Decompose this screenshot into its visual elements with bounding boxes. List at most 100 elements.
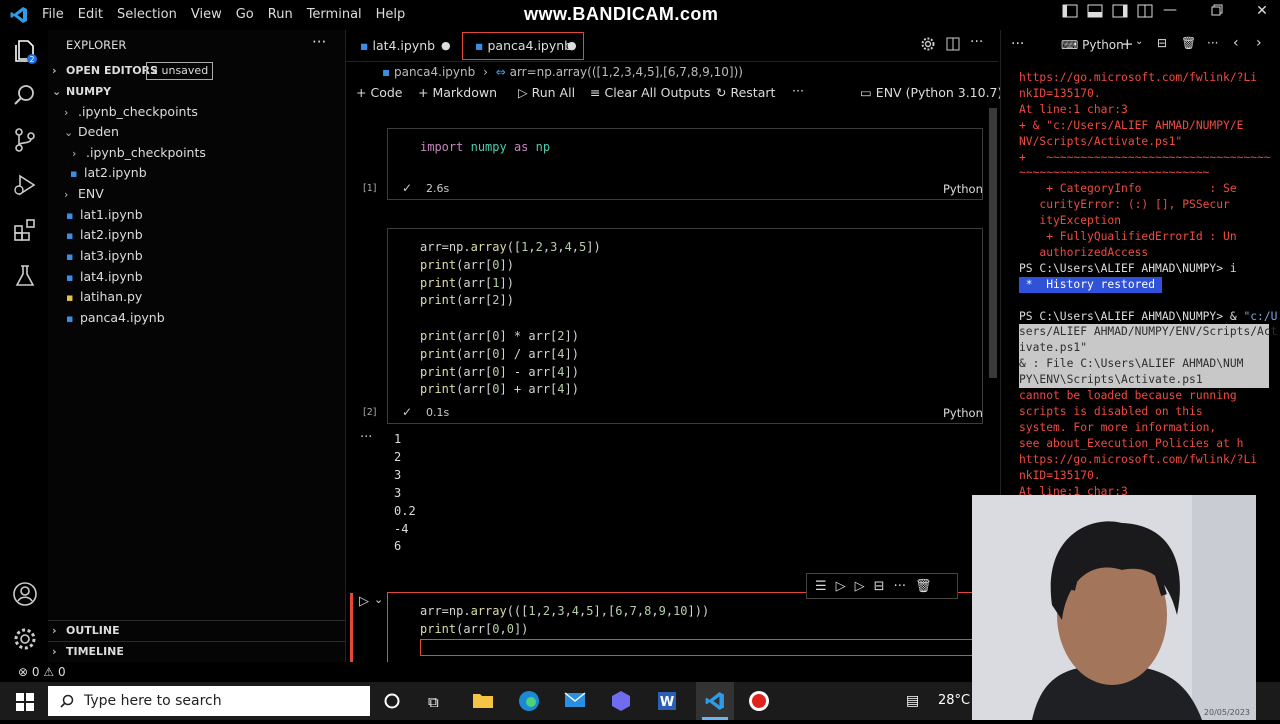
code-cell[interactable]: import numpy as np ✓ 2.6s Python bbox=[387, 128, 983, 200]
edge-icon[interactable] bbox=[518, 690, 540, 716]
unsaved-dot-icon[interactable]: ● bbox=[441, 30, 451, 62]
source-control-icon[interactable] bbox=[12, 127, 38, 153]
status-bar: ⊗ 0 ⚠ 0 bbox=[0, 662, 1000, 682]
menu-run[interactable]: Run bbox=[268, 7, 293, 22]
menu-edit[interactable]: Edit bbox=[78, 7, 103, 22]
toolbar-more-icon[interactable]: ··· bbox=[792, 83, 804, 98]
tab-lat4[interactable]: ▪ lat4.ipynb ● bbox=[348, 30, 458, 62]
breadcrumb-cell[interactable]: arr=np.array(([1,2,3,4,5],[6,7,8,9,10])) bbox=[510, 65, 743, 79]
menu-selection[interactable]: Selection bbox=[117, 7, 177, 22]
cell-code[interactable]: arr=np.array(([1,2,3,4,5],[6,7,8,9,10]))… bbox=[420, 603, 709, 639]
file-explorer-icon[interactable] bbox=[472, 691, 494, 713]
folder-numpy[interactable]: ⌄ NUMPY bbox=[52, 82, 111, 102]
tree-item[interactable]: ▪ latihan.py bbox=[66, 287, 142, 307]
menu-file[interactable]: File bbox=[42, 7, 64, 22]
tab-panca4[interactable]: ▪ panca4.ipynb ● bbox=[462, 32, 584, 60]
code-cell-active[interactable]: arr=np.array(([1,2,3,4,5],[6,7,8,9,10]))… bbox=[387, 592, 983, 666]
chevron-left-icon[interactable]: ‹ bbox=[1233, 35, 1239, 51]
cell-language[interactable]: Python bbox=[943, 182, 983, 196]
execute-below-icon[interactable]: ▷ bbox=[855, 579, 865, 594]
terminal-output[interactable]: https://go.microsoft.com/fwlink/?Li nkID… bbox=[1019, 70, 1279, 499]
unsaved-dot-icon[interactable]: ● bbox=[567, 33, 577, 59]
tree-item[interactable]: ▪ lat1.ipynb bbox=[66, 205, 143, 225]
terminal-more-icon[interactable]: ··· bbox=[1207, 36, 1218, 50]
word-icon[interactable]: W bbox=[656, 690, 678, 716]
restore-icon[interactable] bbox=[1207, 4, 1227, 24]
close-icon[interactable]: ✕ bbox=[1252, 3, 1272, 23]
delete-cell-icon[interactable]: 🗑 bbox=[915, 579, 932, 594]
cortana-icon[interactable] bbox=[384, 693, 400, 713]
mail-icon[interactable] bbox=[564, 691, 586, 713]
breadcrumb-file[interactable]: panca4.ipynb bbox=[394, 65, 475, 79]
add-markdown-button[interactable]: + Markdown bbox=[418, 85, 497, 100]
add-code-label: Code bbox=[370, 85, 403, 100]
weather-temp[interactable]: 28°C bbox=[938, 693, 970, 708]
clear-outputs-button[interactable]: ≡ Clear All Outputs bbox=[590, 85, 711, 100]
tree-item[interactable]: ▪ lat2.ipynb bbox=[70, 163, 147, 183]
kernel-picker[interactable]: ▭ ENV (Python 3.10.7) bbox=[860, 85, 1002, 100]
tree-item[interactable]: ▪ panca4.ipynb bbox=[66, 308, 165, 328]
restart-button[interactable]: ↻ Restart bbox=[716, 85, 775, 100]
terminal-more-icon[interactable]: ··· bbox=[1011, 36, 1024, 52]
explorer-icon[interactable]: 2 bbox=[12, 38, 38, 64]
split-cell-icon[interactable]: ⊟ bbox=[874, 579, 885, 594]
problems-status[interactable]: ⊗ 0 ⚠ 0 bbox=[18, 665, 66, 679]
kill-terminal-icon[interactable]: 🗑 bbox=[1181, 36, 1196, 50]
terminal-shell-tab[interactable]: ⌨ Python bbox=[1061, 38, 1124, 52]
settings-gear-icon[interactable] bbox=[12, 626, 38, 652]
run-all-button[interactable]: ▷ Run All bbox=[518, 85, 575, 100]
taskbar-search-box[interactable]: Type here to search bbox=[48, 686, 370, 716]
explorer-more-icon[interactable]: ··· bbox=[312, 32, 326, 52]
outline-section[interactable]: › OUTLINE bbox=[52, 621, 120, 641]
copilot-icon[interactable] bbox=[610, 690, 632, 716]
search-icon[interactable] bbox=[12, 82, 38, 108]
chevron-down-icon[interactable]: ⌄ bbox=[1135, 36, 1143, 47]
minimize-icon[interactable]: — bbox=[1160, 2, 1180, 22]
menu-help[interactable]: Help bbox=[376, 7, 406, 22]
open-editors-section[interactable]: › OPEN EDITORS bbox=[52, 61, 158, 81]
account-icon[interactable] bbox=[12, 581, 38, 607]
task-view-icon[interactable]: ⧉ bbox=[428, 693, 439, 711]
tree-item[interactable]: › .ipynb_checkpoints bbox=[72, 143, 206, 163]
editor-more-icon[interactable]: ··· bbox=[970, 34, 983, 50]
extensions-icon[interactable] bbox=[12, 217, 38, 243]
code-cell[interactable]: arr=np.array([1,2,3,4,5]) print(arr[0]) … bbox=[387, 228, 983, 424]
layout-secondary-icon[interactable] bbox=[1110, 4, 1130, 24]
editor-scrollbar[interactable] bbox=[989, 108, 997, 378]
testing-flask-icon[interactable] bbox=[12, 263, 38, 289]
cursor-line[interactable] bbox=[420, 639, 983, 656]
chevron-down-icon[interactable]: ⌄ bbox=[374, 593, 383, 606]
tree-item[interactable]: ▪ lat4.ipynb bbox=[66, 267, 143, 287]
add-code-button[interactable]: + Code bbox=[356, 85, 402, 100]
layout-sidebar-icon[interactable] bbox=[1060, 4, 1080, 24]
vscode-taskbar-icon[interactable] bbox=[696, 682, 734, 720]
cell-more-icon[interactable]: ··· bbox=[894, 579, 906, 594]
run-by-line-icon[interactable]: ☰ bbox=[815, 579, 827, 594]
chevron-right-icon[interactable]: › bbox=[1256, 35, 1262, 51]
cell-language[interactable]: Python bbox=[943, 406, 983, 420]
menu-go[interactable]: Go bbox=[236, 7, 254, 22]
windows-start-icon[interactable] bbox=[16, 693, 34, 715]
cell-code[interactable]: import numpy as np bbox=[420, 139, 550, 157]
run-debug-icon[interactable] bbox=[12, 172, 38, 198]
menu-terminal[interactable]: Terminal bbox=[307, 7, 362, 22]
menu-view[interactable]: View bbox=[191, 7, 222, 22]
bandicam-record-icon[interactable] bbox=[748, 690, 770, 716]
split-editor-icon[interactable] bbox=[946, 37, 960, 55]
output-more-icon[interactable]: ··· bbox=[360, 430, 372, 445]
tree-item[interactable]: ▪ lat3.ipynb bbox=[66, 246, 143, 266]
tree-item[interactable]: ⌄ Deden bbox=[64, 122, 119, 142]
run-cell-icon[interactable]: ▷ bbox=[359, 594, 369, 609]
new-terminal-icon[interactable]: + bbox=[1121, 35, 1134, 53]
timeline-section[interactable]: › TIMELINE bbox=[52, 642, 124, 662]
weather-icon[interactable]: ▤ bbox=[906, 693, 919, 709]
layout-panel-icon[interactable] bbox=[1085, 4, 1105, 24]
cell-code[interactable]: arr=np.array([1,2,3,4,5]) print(arr[0]) … bbox=[420, 239, 601, 399]
customize-layout-icon[interactable] bbox=[1135, 4, 1155, 24]
execute-above-icon[interactable]: ▷ bbox=[836, 579, 846, 594]
settings-gear-icon[interactable] bbox=[920, 36, 936, 56]
split-terminal-icon[interactable]: ⊟ bbox=[1157, 36, 1167, 50]
tree-item[interactable]: › ENV bbox=[64, 184, 104, 204]
tree-item[interactable]: › .ipynb_checkpoints bbox=[64, 102, 198, 122]
tree-item[interactable]: ▪ lat2.ipynb bbox=[66, 225, 143, 245]
